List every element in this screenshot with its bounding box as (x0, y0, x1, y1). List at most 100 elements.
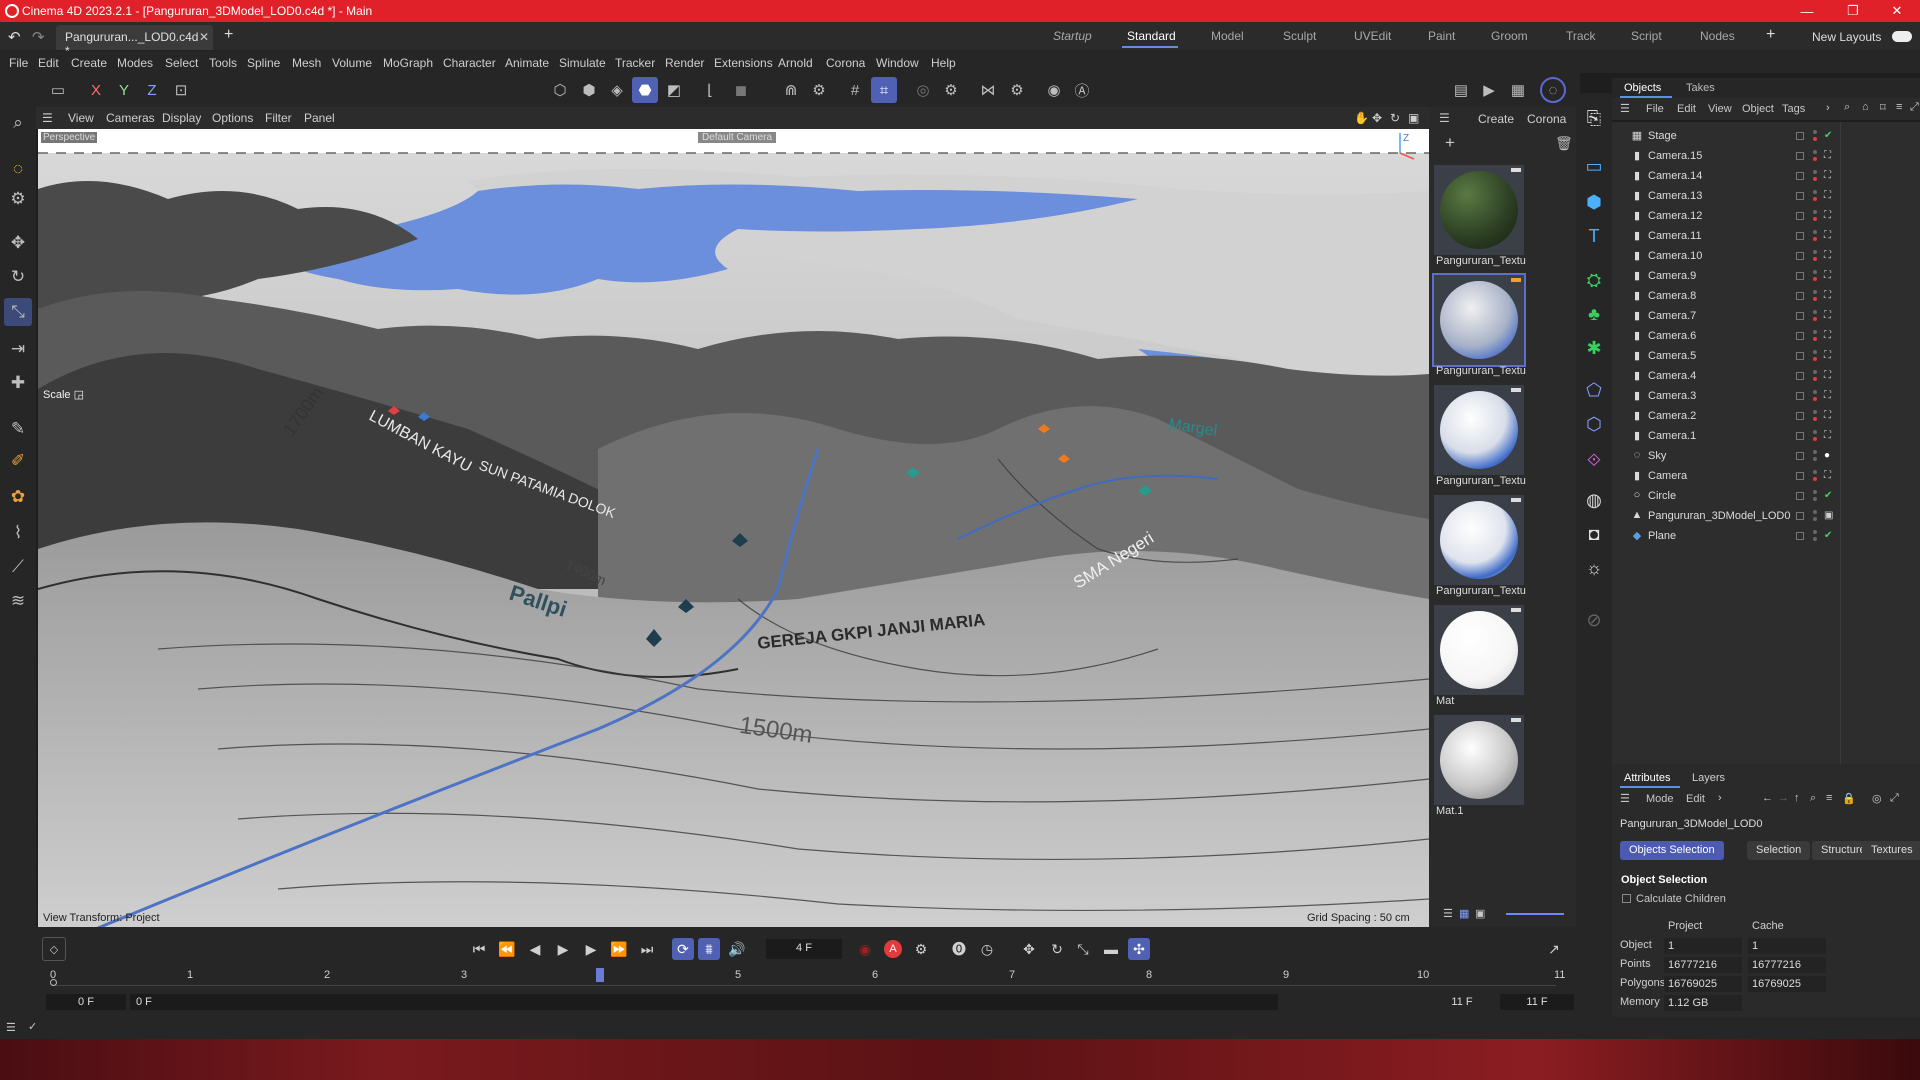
objects-hamburger-icon[interactable]: ☰ (1620, 102, 1630, 115)
visibility-dot[interactable] (1813, 330, 1817, 334)
takes-tab[interactable]: Takes (1686, 82, 1715, 94)
menu-file[interactable]: File (9, 56, 28, 70)
new-layout-plus-icon[interactable]: + (1766, 26, 1775, 44)
grid-snap-icon[interactable]: # (842, 77, 868, 103)
generator-icon[interactable]: ⛭ (1580, 265, 1608, 295)
range-start-field[interactable]: 0 F (46, 994, 126, 1010)
texture-mode-icon[interactable]: ◩ (661, 77, 687, 103)
object-row[interactable]: ◌ Sky ● (1612, 446, 1920, 466)
object-row[interactable]: ▮ Camera.13 ⛶ (1612, 186, 1920, 206)
visibility-dot[interactable] (1813, 290, 1817, 294)
editor-visibility-toggle[interactable] (1796, 312, 1804, 320)
layout-tab-standard[interactable]: Standard (1127, 29, 1176, 43)
visibility-dot[interactable] (1813, 170, 1817, 174)
arnold-icon[interactable]: Ⓐ (1069, 77, 1095, 103)
render-visibility-dot[interactable] (1813, 397, 1817, 401)
protection-tag-icon[interactable]: ⛶ (1824, 190, 1836, 202)
material-delete-icon[interactable]: 🗑 (1555, 135, 1573, 152)
menu-tools[interactable]: Tools (209, 56, 237, 70)
render-visibility-dot[interactable] (1813, 297, 1817, 301)
editor-visibility-toggle[interactable] (1796, 172, 1804, 180)
go-to-start-button[interactable]: ⏮ (468, 938, 490, 960)
layout-tab-sculpt[interactable]: Sculpt (1283, 29, 1316, 43)
corona-icon[interactable]: ◌ (1540, 77, 1566, 103)
scale-tool-icon[interactable]: ⤡ (4, 298, 32, 326)
editor-visibility-toggle[interactable] (1796, 452, 1804, 460)
object-row[interactable]: ▮ Camera ⛶ (1612, 466, 1920, 486)
up-arrow-icon[interactable]: ↑ (1794, 792, 1800, 804)
render-visibility-dot[interactable] (1813, 517, 1817, 521)
render-visibility-dot[interactable] (1813, 357, 1817, 361)
objects-search-icon[interactable]: ⌕ (1844, 101, 1850, 114)
coordinate-system-icon[interactable]: ⊡ (168, 77, 194, 103)
thumbnail-size-slider[interactable] (1506, 913, 1564, 915)
menu-help[interactable]: Help (931, 56, 956, 70)
protection-tag-icon[interactable]: ⛶ (1824, 210, 1836, 222)
menu-mesh[interactable]: Mesh (292, 56, 321, 70)
visibility-dot[interactable] (1813, 490, 1817, 494)
object-row[interactable]: ○ Circle ✔ (1612, 486, 1920, 506)
render-view-icon[interactable]: ▤ (1448, 77, 1474, 103)
object-row[interactable]: ▮ Camera.3 ⛶ (1612, 386, 1920, 406)
key-position-icon[interactable]: ⓿ (948, 938, 970, 960)
text-icon[interactable]: T (1580, 221, 1608, 251)
playhead[interactable] (595, 968, 604, 982)
objects-tab[interactable]: Objects (1624, 82, 1661, 94)
symmetry-settings-icon[interactable]: ⚙ (1004, 77, 1030, 103)
maximize-view-icon[interactable]: ▣ (1408, 111, 1419, 125)
timeline-window-icon[interactable]: ↗ (1543, 938, 1565, 960)
editor-visibility-toggle[interactable] (1796, 532, 1804, 540)
material-swatch[interactable] (1434, 385, 1524, 475)
loop-button[interactable]: ⟳ (672, 938, 694, 960)
menu-corona[interactable]: Corona (826, 56, 865, 70)
viewport-menu-display[interactable]: Display (162, 111, 201, 125)
editor-visibility-toggle[interactable] (1796, 392, 1804, 400)
viewport-hamburger-icon[interactable]: ☰ (42, 111, 53, 125)
visibility-dot[interactable] (1813, 130, 1817, 134)
objects-selection-button[interactable]: Objects Selection (1620, 841, 1724, 860)
visibility-dot[interactable] (1813, 390, 1817, 394)
material-swatch[interactable] (1432, 273, 1526, 367)
menu-tracker[interactable]: Tracker (615, 56, 655, 70)
chevron-right-icon[interactable]: › (1826, 102, 1830, 114)
back-arrow-icon[interactable]: ← (1762, 792, 1773, 804)
protection-tag-icon[interactable]: ⛶ (1824, 170, 1836, 182)
editor-visibility-toggle[interactable] (1796, 492, 1804, 500)
material-swatch[interactable] (1434, 165, 1524, 255)
protection-tag-icon[interactable]: ⛶ (1824, 230, 1836, 242)
snap-settings-icon[interactable]: ⚙ (806, 77, 832, 103)
editor-visibility-toggle[interactable] (1796, 432, 1804, 440)
close-window-button[interactable]: ✕ (1874, 0, 1920, 22)
material-swatch[interactable] (1434, 495, 1524, 585)
viewport-render-icon[interactable]: ◉ (1041, 77, 1067, 103)
render-visibility-dot[interactable] (1813, 237, 1817, 241)
undo-icon[interactable]: ↶ (8, 28, 21, 46)
field-icon[interactable]: ⟐ (1580, 445, 1608, 475)
render-visibility-dot[interactable] (1813, 477, 1817, 481)
chevron-right-icon[interactable]: › (1718, 792, 1722, 804)
key-param-icon[interactable]: ▬ (1100, 938, 1122, 960)
attributes-menu-mode[interactable]: Mode (1646, 793, 1674, 805)
key-rotation-icon[interactable]: ◷ (976, 938, 998, 960)
viewport-menu-options[interactable]: Options (212, 111, 253, 125)
layout-tab-nodes[interactable]: Nodes (1700, 29, 1735, 43)
visibility-dot[interactable] (1813, 450, 1817, 454)
visibility-dot[interactable] (1813, 350, 1817, 354)
object-row[interactable]: ▮ Camera.12 ⛶ (1612, 206, 1920, 226)
visibility-dot[interactable] (1813, 530, 1817, 534)
points-mode-icon[interactable]: ⬡ (547, 77, 573, 103)
visibility-dot[interactable] (1813, 510, 1817, 514)
editor-visibility-toggle[interactable] (1796, 252, 1804, 260)
key-move-icon[interactable]: ✥ (1018, 938, 1040, 960)
cloner-icon[interactable]: ♣ (1580, 299, 1608, 329)
environment-icon[interactable]: ◍ (1580, 485, 1608, 515)
document-tab[interactable]: Pangururan..._LOD0.c4d * ✕ (56, 25, 213, 58)
paint-icon[interactable]: ✿ (4, 483, 32, 511)
smooth-icon[interactable]: ≋ (4, 587, 32, 615)
object-row[interactable]: ▲ Pangururan_3DModel_LOD0 ▣ (1612, 506, 1920, 526)
scene-tool-icon[interactable]: ⊘ (1580, 605, 1608, 635)
render-visibility-dot[interactable] (1813, 197, 1817, 201)
current-frame-field[interactable]: 4 F (766, 939, 842, 959)
next-frame-button[interactable]: ▶ (580, 938, 602, 960)
key-scale-icon[interactable]: ⤡ (1072, 938, 1094, 960)
